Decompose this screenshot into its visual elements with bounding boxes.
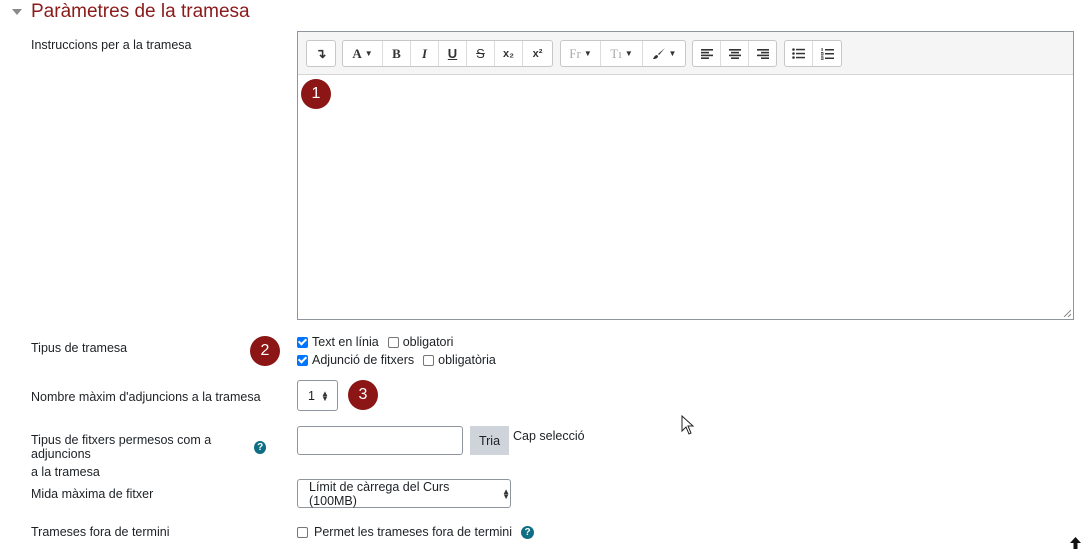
italic-button[interactable]: I: [411, 41, 439, 66]
file-upload-required-label: obligatòria: [438, 353, 496, 367]
chevron-down-icon: ▼: [668, 49, 677, 58]
toolbar-group-text: A ▼ B I U S x₂ x²: [342, 40, 553, 67]
font-size-button[interactable]: Tı ▼: [601, 41, 643, 66]
max-size-value: Límit de càrrega del Curs (100MB): [309, 479, 450, 508]
online-text-required-checkbox[interactable]: [387, 336, 399, 348]
file-upload-required-checkbox[interactable]: [423, 354, 435, 366]
max-size-label: Mida màxima de fitxer: [31, 487, 154, 501]
question-circle-icon[interactable]: ?: [254, 440, 266, 454]
toolbar-group-align: [692, 40, 777, 67]
strikethrough-button[interactable]: S: [467, 41, 495, 66]
align-left-icon: [700, 48, 713, 59]
toolbar-group-collapse: ↴: [306, 40, 336, 67]
underline-button[interactable]: U: [439, 41, 467, 66]
bullet-list-button[interactable]: [785, 41, 813, 66]
online-text-row: Text en línia obligatori: [297, 335, 453, 349]
submission-types-label: Tipus de tramesa: [31, 341, 128, 355]
online-text-checkbox[interactable]: [297, 336, 308, 348]
file-upload-label: Adjunció de fitxers: [312, 353, 415, 367]
bullet-list-icon: [792, 48, 805, 59]
chevron-down-icon: ▼: [583, 49, 592, 58]
collapse-caret-icon[interactable]: [12, 9, 22, 15]
bold-button[interactable]: B: [383, 41, 411, 66]
file-types-input[interactable]: [297, 426, 463, 455]
chevron-down-icon: ▼: [624, 49, 633, 58]
align-left-button[interactable]: [693, 41, 721, 66]
numbered-list-icon: [820, 47, 834, 60]
editor-label: Instruccions per a la tramesa: [31, 38, 192, 52]
chevron-down-icon: ▼: [364, 49, 373, 58]
max-files-label: Nombre màxim d'adjuncions a la tramesa: [31, 390, 261, 404]
step-marker-1: 1: [301, 79, 331, 109]
back-to-top-button[interactable]: [1066, 533, 1085, 552]
max-files-value: 1: [308, 388, 315, 403]
paint-brush-icon: [652, 48, 665, 59]
file-types-label: Tipus de fitxers permesos com a adjuncio…: [31, 433, 266, 479]
online-text-label: Text en línia: [312, 335, 379, 349]
section-header[interactable]: Paràmetres de la tramesa: [12, 0, 250, 24]
question-circle-icon[interactable]: ?: [521, 525, 534, 539]
choose-file-types-button[interactable]: Tria: [470, 426, 509, 455]
font-size-label: Tı: [610, 45, 622, 61]
file-types-label-line1: Tipus de fitxers permesos com a adjuncio…: [31, 433, 212, 461]
file-types-status: Cap selecció: [513, 429, 585, 443]
late-submissions-row: Permet les trameses fora de termini ?: [297, 525, 534, 539]
max-files-select[interactable]: 1 ▲ ▼: [297, 380, 338, 411]
resize-handle-icon[interactable]: [1063, 309, 1071, 317]
subscript-button[interactable]: x₂: [495, 41, 523, 66]
file-upload-checkbox[interactable]: [297, 354, 308, 366]
step-marker-3: 3: [348, 380, 378, 410]
select-arrows-icon: ▲ ▼: [320, 388, 329, 403]
collapse-toolbar-button[interactable]: ↴: [307, 41, 335, 66]
arrow-up-icon: [1070, 536, 1081, 549]
section-title: Paràmetres de la tramesa: [31, 1, 250, 22]
font-family-label: Fr: [569, 45, 581, 61]
online-text-required-label: obligatori: [402, 335, 454, 349]
file-types-label-line2: a la tramesa: [31, 465, 100, 479]
font-color-label: A: [352, 45, 362, 61]
toolbar-group-lists: [784, 40, 842, 67]
background-color-button[interactable]: ▼: [643, 41, 685, 66]
select-arrows-icon: ▲ ▼: [502, 486, 510, 501]
superscript-button[interactable]: x²: [523, 41, 552, 66]
editor-content-area[interactable]: [298, 75, 1073, 319]
late-submissions-checkbox[interactable]: [297, 526, 308, 538]
late-submissions-checkbox-label: Permet les trameses fora de termini: [314, 525, 512, 539]
font-color-button[interactable]: A ▼: [343, 41, 383, 66]
align-right-button[interactable]: [749, 41, 776, 66]
rich-text-editor: ↴ A ▼ B I U S x₂ x² Fr ▼ Tı ▼ ▼: [297, 31, 1074, 320]
numbered-list-button[interactable]: [813, 41, 841, 66]
late-submissions-label: Trameses fora de termini: [31, 525, 170, 539]
file-upload-row: Adjunció de fitxers obligatòria: [297, 353, 496, 367]
font-family-button[interactable]: Fr ▼: [561, 41, 601, 66]
align-right-icon: [756, 48, 769, 59]
toolbar-group-font: Fr ▼ Tı ▼ ▼: [560, 40, 686, 67]
editor-toolbar: ↴ A ▼ B I U S x₂ x² Fr ▼ Tı ▼ ▼: [298, 32, 1073, 75]
align-center-button[interactable]: [721, 41, 749, 66]
max-size-select[interactable]: Límit de càrrega del Curs (100MB) ▲ ▼: [297, 479, 511, 508]
mouse-pointer-icon: [681, 415, 695, 435]
step-marker-2: 2: [250, 336, 280, 366]
align-center-icon: [728, 48, 741, 59]
